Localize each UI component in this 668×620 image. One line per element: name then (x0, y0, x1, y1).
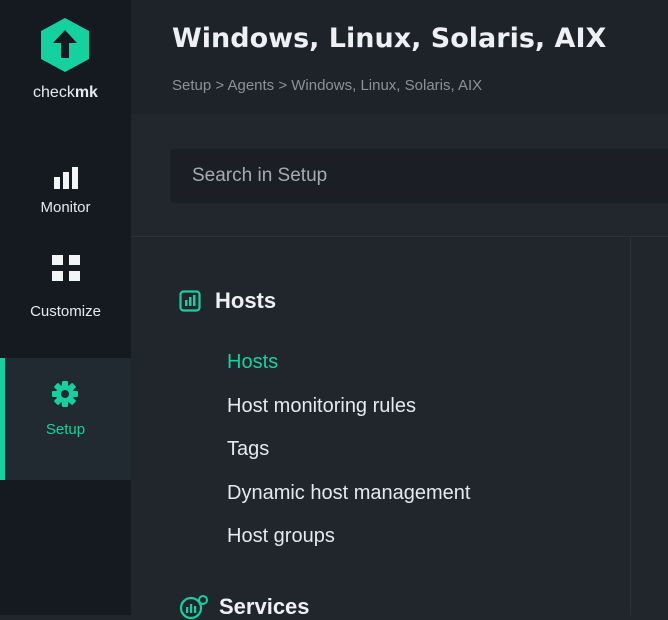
sidebar: checkmk Monitor Customize Setup (0, 0, 131, 615)
nav-setup[interactable]: Setup (0, 358, 131, 480)
page-title: Windows, Linux, Solaris, AIX (172, 23, 607, 54)
monitor-bars-icon (53, 167, 78, 189)
nav-customize[interactable]: Customize (0, 238, 131, 358)
logo-text: checkmk (33, 84, 98, 101)
menu-item-hosts[interactable]: Hosts (227, 341, 470, 385)
hosts-icon (179, 290, 201, 312)
gear-icon (52, 381, 78, 407)
section-header-hosts: Hosts (179, 288, 276, 314)
nav-customize-label: Customize (30, 303, 101, 320)
checkmk-logo-icon (41, 18, 89, 72)
section-title-services: Services (219, 594, 310, 619)
checkmk-logo[interactable]: checkmk (0, 0, 131, 120)
menu-item-dynamic-host-management[interactable]: Dynamic host management (227, 472, 470, 516)
grid-icon (51, 255, 80, 281)
search-box (170, 149, 668, 203)
nav-monitor-label: Monitor (40, 199, 91, 216)
search-row (131, 114, 668, 237)
nav-setup-label: Setup (45, 421, 86, 438)
search-input[interactable] (170, 149, 668, 203)
menu-item-host-groups[interactable]: Host groups (227, 515, 470, 559)
right-column (630, 237, 668, 615)
hosts-menu-list: Hosts Host monitoring rules Tags Dynamic… (227, 341, 470, 559)
page-header: Windows, Linux, Solaris, AIX Setup > Age… (131, 0, 668, 114)
section-header-services: Services (179, 594, 310, 620)
menu-item-host-monitoring-rules[interactable]: Host monitoring rules (227, 385, 470, 429)
nav-monitor[interactable]: Monitor (0, 118, 131, 238)
setup-menu: Hosts Hosts Host monitoring rules Tags D… (131, 237, 630, 620)
section-title-hosts: Hosts (215, 288, 277, 313)
menu-item-tags[interactable]: Tags (227, 428, 470, 472)
breadcrumb[interactable]: Setup > Agents > Windows, Linux, Solaris… (172, 77, 482, 94)
services-icon (179, 595, 208, 620)
